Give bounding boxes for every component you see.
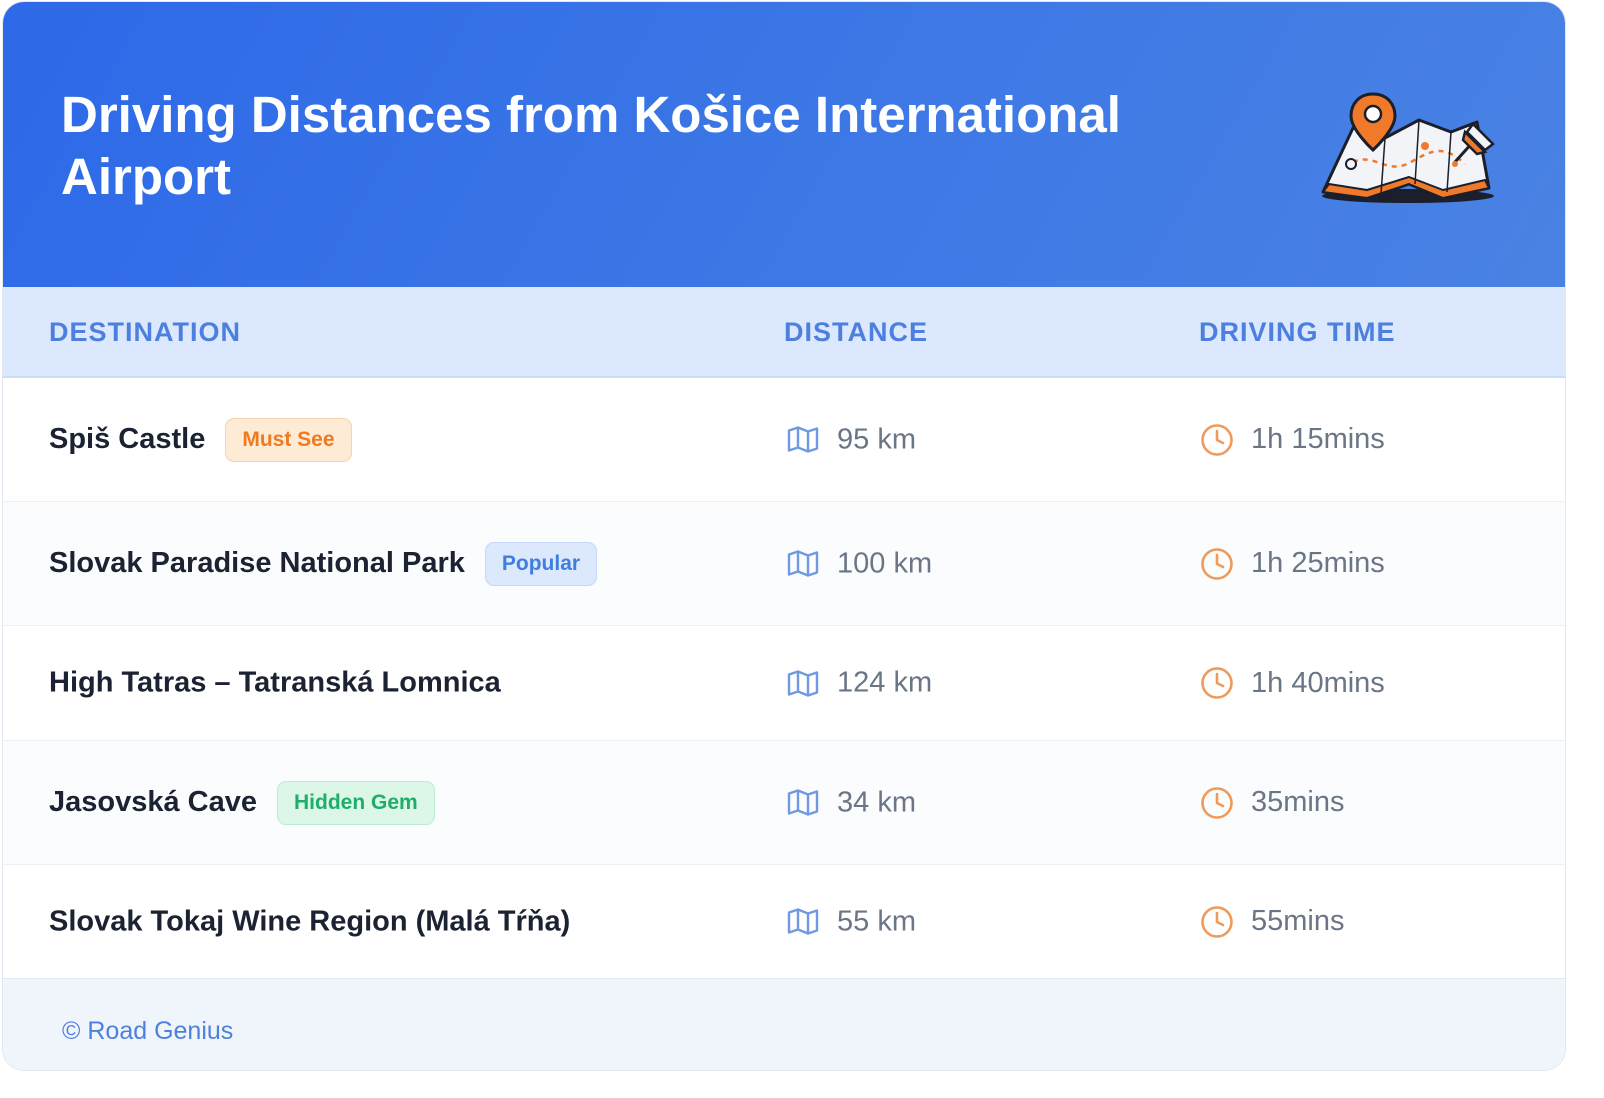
driving-time-value: 55mins (1251, 905, 1345, 937)
destination-name: High Tatras – Tatranská Lomnica (49, 666, 501, 699)
clock-icon (1200, 786, 1234, 820)
map-icon (787, 550, 819, 578)
distance-card: Driving Distances from Košice Internatio… (2, 1, 1566, 1071)
distance-value: 100 km (837, 547, 933, 579)
must-see-badge: Must See (225, 417, 352, 462)
distance-value: 95 km (837, 423, 916, 455)
column-header-destination: DESTINATION (49, 317, 241, 347)
destination-cell: Jasovská Cave Hidden Gem (49, 780, 435, 825)
clock-icon (1200, 666, 1234, 700)
table-row: High Tatras – Tatranská Lomnica 124 km 1… (3, 626, 1565, 741)
map-icon (787, 789, 819, 817)
footer-credit-link[interactable]: © Road Genius (62, 1017, 233, 1046)
table-row: Slovak Tokaj Wine Region (Malá Tŕňa) 55 … (3, 865, 1565, 978)
map-pin-illustration-icon (1315, 88, 1501, 206)
map-icon (787, 908, 819, 936)
table-row: Slovak Paradise National Park Popular 10… (3, 502, 1565, 626)
distance-cell: 100 km (787, 547, 932, 580)
card-header: Driving Distances from Košice Internatio… (3, 2, 1565, 287)
distance-cell: 124 km (787, 667, 932, 700)
table-row: Spiš Castle Must See 95 km 1h 15mins (3, 378, 1565, 502)
table-row: Jasovská Cave Hidden Gem 34 km 35mins (3, 741, 1565, 865)
column-header-driving-time: DRIVING TIME (1199, 317, 1396, 347)
driving-time-cell: 1h 25mins (1200, 547, 1385, 581)
card-footer: © Road Genius (3, 978, 1565, 1070)
destination-name: Jasovská Cave (49, 786, 257, 818)
destination-name: Slovak Paradise National Park (49, 547, 465, 579)
destination-cell: High Tatras – Tatranská Lomnica (49, 667, 501, 700)
destination-cell: Spiš Castle Must See (49, 417, 352, 462)
destination-name: Spiš Castle (49, 423, 206, 455)
map-icon (787, 426, 819, 454)
destination-cell: Slovak Paradise National Park Popular (49, 541, 598, 586)
table-body: Spiš Castle Must See 95 km 1h 15mins Slo… (3, 378, 1565, 978)
page-title: Driving Distances from Košice Internatio… (61, 86, 1121, 205)
driving-time-cell: 55mins (1200, 905, 1345, 939)
column-header-distance: DISTANCE (784, 317, 929, 347)
driving-time-cell: 1h 15mins (1200, 423, 1385, 457)
driving-time-value: 1h 15mins (1251, 423, 1385, 455)
distance-value: 34 km (837, 786, 916, 818)
distance-cell: 95 km (787, 423, 916, 456)
distance-cell: 55 km (787, 905, 916, 938)
driving-time-cell: 35mins (1200, 786, 1345, 820)
driving-time-value: 1h 40mins (1251, 666, 1385, 699)
table-header: DESTINATION DISTANCE DRIVING TIME (3, 287, 1565, 378)
hidden-gem-badge: Hidden Gem (277, 780, 435, 825)
driving-time-value: 1h 25mins (1251, 547, 1385, 579)
driving-time-cell: 1h 40mins (1200, 666, 1385, 700)
destination-name: Slovak Tokaj Wine Region (Malá Tŕňa) (49, 905, 571, 937)
clock-icon (1200, 905, 1234, 939)
driving-time-value: 35mins (1251, 786, 1345, 818)
clock-icon (1200, 423, 1234, 457)
distance-value: 124 km (837, 666, 933, 699)
clock-icon (1200, 547, 1234, 581)
popular-badge: Popular (484, 541, 598, 586)
distance-cell: 34 km (787, 786, 916, 819)
destination-cell: Slovak Tokaj Wine Region (Malá Tŕňa) (49, 905, 570, 938)
distance-value: 55 km (837, 905, 916, 937)
map-icon (787, 669, 819, 697)
